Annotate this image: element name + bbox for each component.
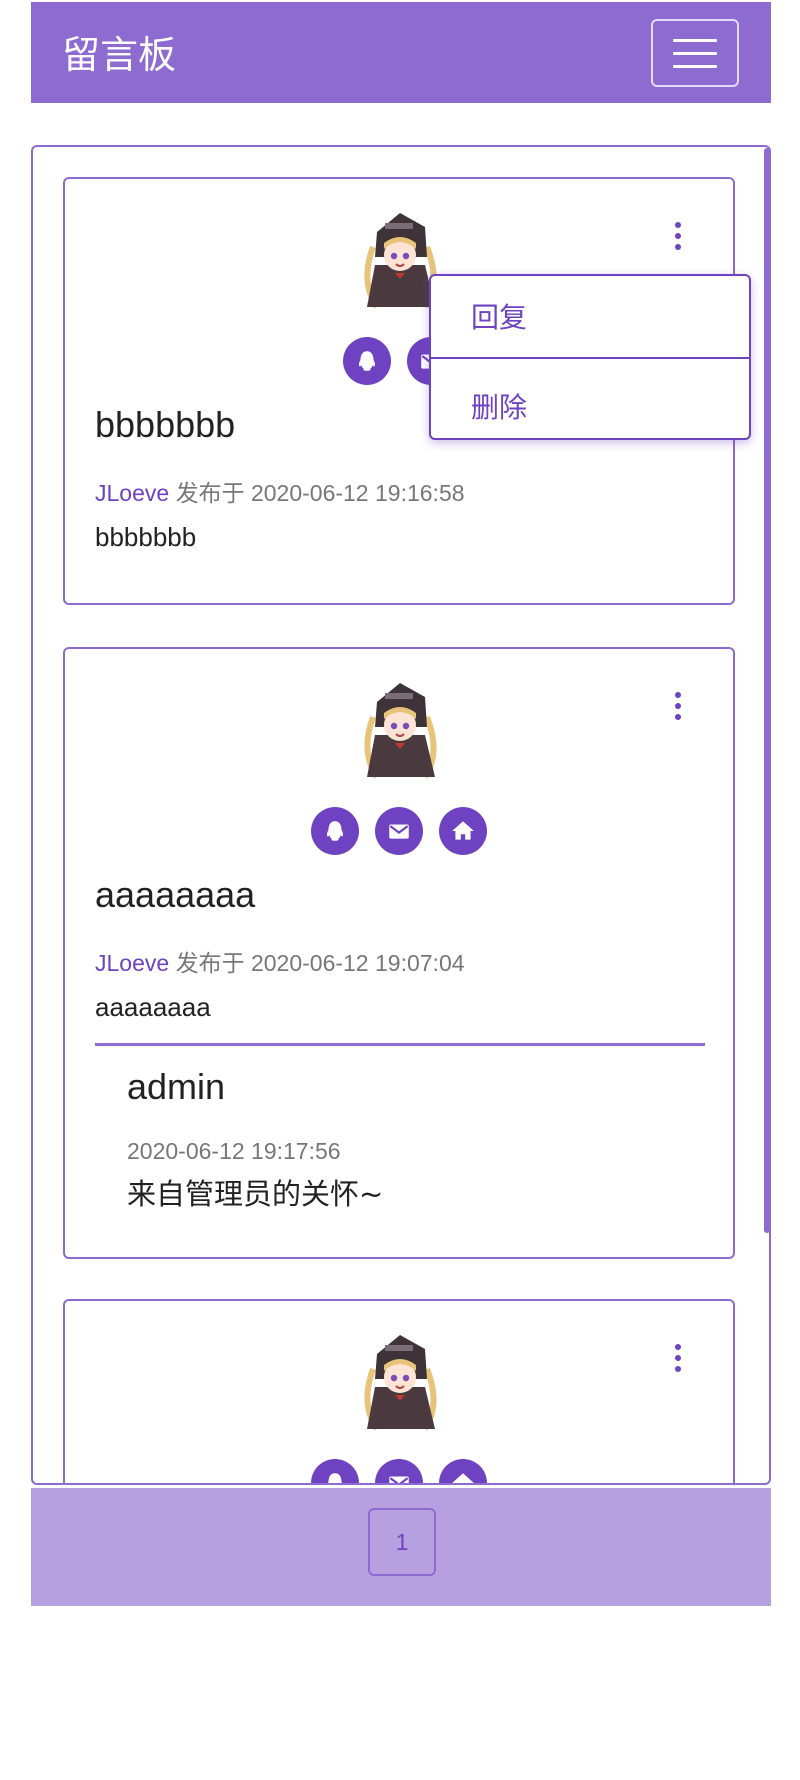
message-card: aaaaaaaa JLoeve 发布于 2020-06-12 19:07:04 … <box>63 647 735 1259</box>
navbar: 留言板 <box>31 0 771 103</box>
menu-toggle-button[interactable] <box>651 19 739 87</box>
author-link[interactable]: JLoeve <box>95 950 169 976</box>
page-button[interactable]: 1 <box>368 1508 436 1576</box>
reply-text: 来自管理员的关怀~ <box>127 1177 384 1211</box>
reply-menu-item[interactable]: 回复 <box>471 296 527 336</box>
post-time: 2020-06-12 19:07:04 <box>250 950 465 976</box>
message-body: aaaaaaaa <box>95 992 211 1022</box>
avatar <box>355 1329 445 1439</box>
qq-icon[interactable] <box>311 1459 359 1483</box>
post-time: 2020-06-12 19:16:58 <box>250 480 465 506</box>
qq-icon[interactable] <box>311 807 359 855</box>
message-title: aaaaaaaa <box>95 874 256 915</box>
brand-title[interactable]: 留言板 <box>62 24 176 79</box>
reply-divider <box>95 1043 705 1046</box>
reply-time: 2020-06-12 19:17:56 <box>127 1138 341 1164</box>
delete-menu-item[interactable]: 删除 <box>471 386 527 426</box>
posted-label: 发布于 <box>175 480 245 506</box>
message-meta: JLoeve 发布于 2020-06-12 19:16:58 <box>95 474 465 508</box>
dropdown-divider <box>431 357 749 359</box>
more-options-icon[interactable] <box>668 1341 688 1375</box>
contact-icons <box>65 1459 733 1483</box>
hamburger-icon-line <box>673 52 717 55</box>
more-options-icon[interactable] <box>668 219 688 253</box>
pagination-bar: 1 <box>31 1488 771 1606</box>
message-meta: JLoeve 发布于 2020-06-12 19:07:04 <box>95 944 465 978</box>
options-dropdown: 回复 删除 <box>429 274 751 440</box>
home-icon[interactable] <box>439 1459 487 1483</box>
qq-icon[interactable] <box>343 337 391 385</box>
message-body: bbbbbbb <box>95 522 197 552</box>
message-title: bbbbbbb <box>95 404 236 445</box>
message-card <box>63 1299 735 1483</box>
author-link[interactable]: JLoeve <box>95 480 169 506</box>
mail-icon[interactable] <box>375 807 423 855</box>
more-options-icon[interactable] <box>668 689 688 723</box>
scrollbar[interactable] <box>764 148 770 1233</box>
mail-icon[interactable] <box>375 1459 423 1483</box>
hamburger-icon-line <box>673 39 717 42</box>
hamburger-icon-line <box>673 65 717 68</box>
posted-label: 发布于 <box>175 950 245 976</box>
avatar <box>355 677 445 787</box>
contact-icons <box>65 807 733 855</box>
home-icon[interactable] <box>439 807 487 855</box>
reply-author: admin <box>127 1066 226 1107</box>
